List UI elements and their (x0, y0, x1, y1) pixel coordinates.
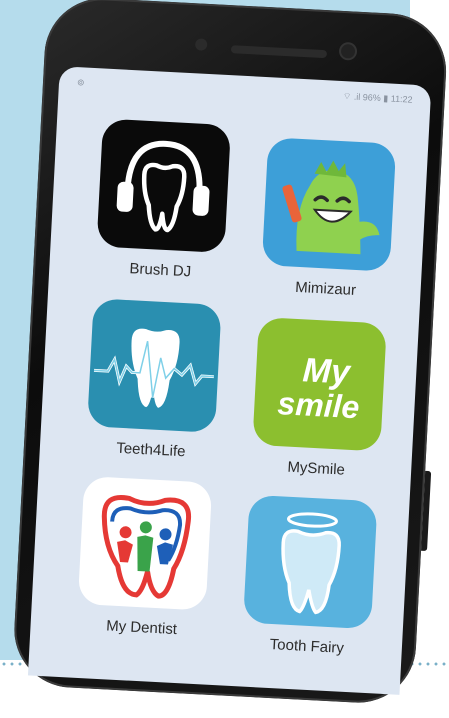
headphones-tooth-icon[interactable] (96, 118, 232, 254)
status-indicators: ⌔ .il 96% ▮ 11:22 (342, 91, 413, 105)
tooth-heartbeat-icon[interactable] (87, 298, 222, 433)
front-camera-icon (340, 43, 356, 59)
family-tooth-icon[interactable] (77, 476, 213, 611)
green-dinosaur-icon[interactable] (261, 137, 397, 272)
status-bar: ⊚ ⌔ .il 96% ▮ 11:22 (59, 76, 431, 111)
app-my-dentist[interactable]: My Dentist (76, 476, 214, 640)
speaker-grille (230, 45, 328, 59)
app-label: Tooth Fairy (269, 635, 345, 657)
app-teeth4life[interactable]: Teeth4Life (86, 298, 224, 462)
app-label: Mimizaur (294, 278, 357, 299)
mysmile-logo-text: smile (277, 385, 361, 425)
mysmile-logo-icon[interactable]: My smile (252, 316, 387, 452)
app-label: MySmile (286, 458, 346, 479)
phone-frame: ⊚ ⌔ .il 96% ▮ 11:22 Brush DJ Mimizaur Te… (11, 0, 449, 706)
tooth-halo-icon[interactable] (243, 494, 378, 630)
app-tooth-fairy[interactable]: Tooth Fairy (241, 494, 379, 659)
phone-device: ⊚ ⌔ .il 96% ▮ 11:22 Brush DJ Mimizaur Te… (11, 0, 449, 718)
app-brush-dj[interactable]: Brush DJ (95, 118, 233, 283)
app-label: My Dentist (105, 617, 178, 639)
app-mysmile[interactable]: My smile MySmile (251, 316, 389, 481)
notification-icon: ⊚ (76, 77, 85, 88)
app-label: Brush DJ (129, 260, 192, 281)
home-screen: ⊚ ⌔ .il 96% ▮ 11:22 Brush DJ Mimizaur Te… (27, 66, 432, 695)
sensor-icon (194, 38, 208, 51)
app-label: Teeth4Life (115, 439, 186, 461)
app-mimizaur[interactable]: Mimizaur (260, 137, 398, 301)
